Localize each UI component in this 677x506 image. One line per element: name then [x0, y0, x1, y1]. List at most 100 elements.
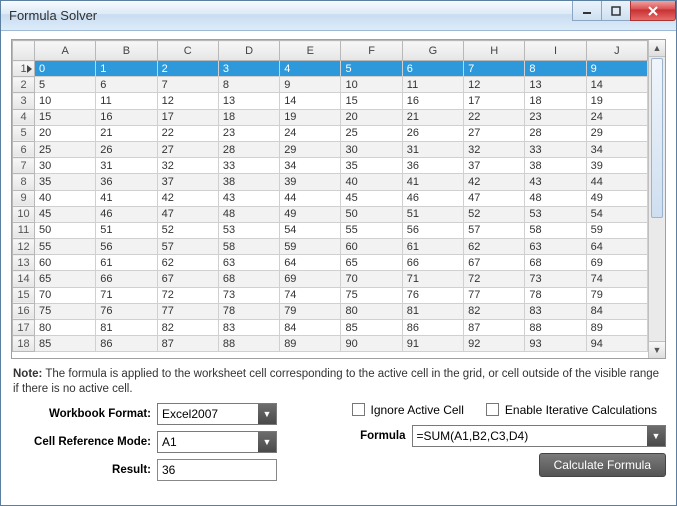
cell[interactable]: 47	[157, 206, 218, 222]
table-row[interactable]: 10123456789	[13, 61, 648, 77]
cell[interactable]: 43	[218, 190, 279, 206]
cell[interactable]: 52	[464, 206, 525, 222]
cell[interactable]: 46	[96, 206, 157, 222]
row-header[interactable]: 14	[13, 271, 35, 287]
cell[interactable]: 24	[280, 125, 341, 141]
cell[interactable]: 46	[402, 190, 463, 206]
cell[interactable]: 11	[96, 93, 157, 109]
cell[interactable]: 35	[341, 158, 402, 174]
workbook-format-select[interactable]: Excel2007 ▼	[157, 403, 277, 425]
cell[interactable]: 28	[218, 141, 279, 157]
cell[interactable]: 44	[280, 190, 341, 206]
row-header[interactable]: 5	[13, 125, 35, 141]
cell[interactable]: 89	[586, 320, 647, 336]
vertical-scrollbar[interactable]: ▲ ▼	[648, 40, 665, 358]
close-button[interactable]	[630, 1, 676, 21]
column-header[interactable]: C	[157, 41, 218, 61]
cell[interactable]: 86	[402, 320, 463, 336]
cell[interactable]: 29	[586, 125, 647, 141]
cell[interactable]: 41	[96, 190, 157, 206]
cell[interactable]: 25	[341, 125, 402, 141]
cell[interactable]: 32	[464, 141, 525, 157]
cell[interactable]: 71	[402, 271, 463, 287]
cell[interactable]: 27	[157, 141, 218, 157]
cell[interactable]: 25	[35, 141, 96, 157]
cell[interactable]: 64	[280, 255, 341, 271]
cell[interactable]: 82	[464, 303, 525, 319]
table-row[interactable]: 310111213141516171819	[13, 93, 648, 109]
table-row[interactable]: 625262728293031323334	[13, 141, 648, 157]
cell[interactable]: 57	[464, 222, 525, 238]
row-header[interactable]: 2	[13, 77, 35, 93]
cell[interactable]: 20	[341, 109, 402, 125]
table-row[interactable]: 1780818283848586878889	[13, 320, 648, 336]
cell[interactable]: 9	[280, 77, 341, 93]
cell[interactable]: 68	[525, 255, 586, 271]
row-header[interactable]: 18	[13, 336, 35, 352]
cell[interactable]: 60	[341, 239, 402, 255]
cell[interactable]: 20	[35, 125, 96, 141]
cell[interactable]: 30	[35, 158, 96, 174]
row-header[interactable]: 10	[13, 206, 35, 222]
table-row[interactable]: 835363738394041424344	[13, 174, 648, 190]
cell[interactable]: 62	[157, 255, 218, 271]
cell[interactable]: 80	[341, 303, 402, 319]
table-row[interactable]: 520212223242526272829	[13, 125, 648, 141]
cell[interactable]: 40	[35, 190, 96, 206]
cell[interactable]: 44	[586, 174, 647, 190]
titlebar[interactable]: Formula Solver	[1, 1, 676, 31]
table-row[interactable]: 1675767778798081828384	[13, 303, 648, 319]
cell[interactable]: 45	[35, 206, 96, 222]
cell[interactable]: 17	[157, 109, 218, 125]
cell[interactable]: 16	[402, 93, 463, 109]
cell[interactable]: 80	[35, 320, 96, 336]
cell[interactable]: 0	[35, 61, 96, 77]
cell[interactable]: 11	[402, 77, 463, 93]
cell[interactable]: 71	[96, 287, 157, 303]
cell[interactable]: 16	[96, 109, 157, 125]
table-row[interactable]: 415161718192021222324	[13, 109, 648, 125]
column-header[interactable]: B	[96, 41, 157, 61]
cell[interactable]: 61	[96, 255, 157, 271]
cell[interactable]: 34	[280, 158, 341, 174]
cell[interactable]: 81	[96, 320, 157, 336]
cell[interactable]: 38	[525, 158, 586, 174]
cell[interactable]: 66	[402, 255, 463, 271]
maximize-button[interactable]	[601, 1, 631, 21]
table-row[interactable]: 1360616263646566676869	[13, 255, 648, 271]
cell[interactable]: 5	[341, 61, 402, 77]
cell[interactable]: 4	[280, 61, 341, 77]
cell[interactable]: 70	[341, 271, 402, 287]
cell[interactable]: 63	[525, 239, 586, 255]
column-header[interactable]: E	[280, 41, 341, 61]
row-header[interactable]: 12	[13, 239, 35, 255]
row-header[interactable]: 9	[13, 190, 35, 206]
cell[interactable]: 78	[218, 303, 279, 319]
cell[interactable]: 33	[218, 158, 279, 174]
cell[interactable]: 87	[157, 336, 218, 352]
cell[interactable]: 42	[464, 174, 525, 190]
cell[interactable]: 62	[464, 239, 525, 255]
row-header[interactable]: 8	[13, 174, 35, 190]
cell[interactable]: 1	[96, 61, 157, 77]
cell[interactable]: 74	[280, 287, 341, 303]
cell[interactable]: 15	[35, 109, 96, 125]
cell[interactable]: 23	[218, 125, 279, 141]
cell[interactable]: 31	[96, 158, 157, 174]
cell[interactable]: 54	[586, 206, 647, 222]
cell[interactable]: 39	[586, 158, 647, 174]
cell[interactable]: 43	[525, 174, 586, 190]
cell[interactable]: 36	[402, 158, 463, 174]
cell[interactable]: 58	[218, 239, 279, 255]
cell[interactable]: 7	[157, 77, 218, 93]
cell[interactable]: 65	[35, 271, 96, 287]
row-header[interactable]: 17	[13, 320, 35, 336]
cell[interactable]: 15	[341, 93, 402, 109]
cell[interactable]: 83	[525, 303, 586, 319]
cell[interactable]: 12	[464, 77, 525, 93]
column-header[interactable]: J	[586, 41, 647, 61]
cell[interactable]: 59	[586, 222, 647, 238]
cell[interactable]: 8	[218, 77, 279, 93]
cell[interactable]: 35	[35, 174, 96, 190]
cell[interactable]: 5	[35, 77, 96, 93]
